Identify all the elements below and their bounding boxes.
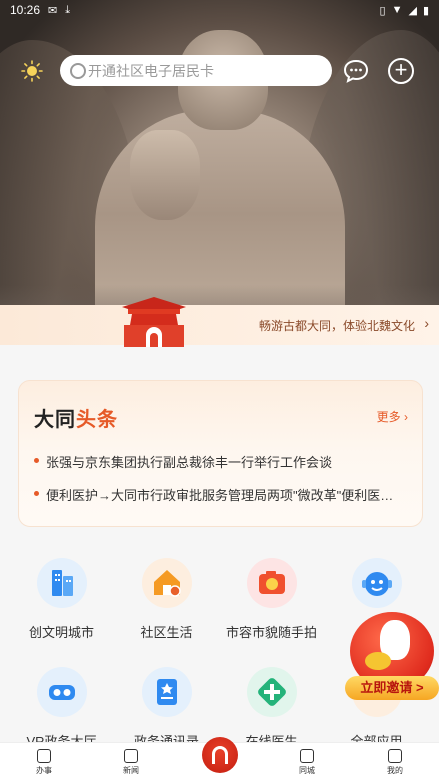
city-gate-logo: [122, 297, 186, 347]
vibrate-icon: ▯: [379, 4, 386, 17]
hero-banner-image[interactable]: [0, 0, 439, 345]
news-title: 大同头条: [34, 403, 118, 432]
city-icon: [300, 749, 314, 763]
arch-icon: [212, 746, 228, 764]
plus-icon: +: [394, 57, 408, 82]
app-online-doctor[interactable]: 在线医生: [219, 667, 324, 750]
vr-icon: [36, 667, 87, 717]
news-item[interactable]: 张强与京东集团执行副总裁徐丰一行举行工作会谈: [34, 452, 409, 471]
tab-label: 新闻: [123, 766, 139, 775]
tab-services[interactable]: 办事: [14, 749, 74, 776]
signal-icon: ◢: [408, 4, 417, 17]
checkbox-icon: [37, 749, 51, 763]
app-vr-hall[interactable]: VR政务大厅: [9, 667, 114, 750]
tab-mine[interactable]: 我的: [365, 749, 425, 776]
message-icon[interactable]: [343, 59, 369, 83]
medical-cross-icon: [246, 667, 297, 717]
contacts-icon: [141, 667, 192, 717]
house-icon: [141, 558, 192, 608]
app-city-snapshot[interactable]: 市容市貌随手拍: [219, 558, 324, 641]
headline-news-card: 大同头条 更多 › 张强与京东集团执行副总裁徐丰一行举行工作会谈 便利医护→大同…: [18, 380, 423, 527]
weather-sun-icon[interactable]: [21, 60, 43, 82]
tab-local[interactable]: 同城: [277, 749, 337, 776]
download-icon: ⤓: [65, 3, 71, 16]
culture-banner[interactable]: 畅游古都大同，体验北魏文化 ›: [0, 305, 439, 345]
invite-button-label: 立即邀请 >: [345, 676, 439, 700]
more-news-link[interactable]: 更多 ›: [377, 408, 408, 425]
tab-label: 我的: [387, 766, 403, 775]
buildings-icon: [36, 558, 87, 608]
robot-icon: [351, 558, 402, 608]
app-civilized-city[interactable]: 创文明城市: [9, 558, 114, 641]
app-label: 市容市貌随手拍: [225, 625, 317, 640]
chevron-right-icon: ›: [424, 315, 429, 331]
wifi-icon: ▼: [391, 4, 403, 16]
camera-icon: [246, 558, 297, 608]
coin-icon: [365, 652, 391, 670]
status-time: 10:26: [10, 3, 41, 17]
search-placeholder: 开通社区电子居民卡: [88, 62, 214, 79]
search-bar[interactable]: 开通社区电子居民卡: [60, 55, 332, 86]
chevron-right-icon: ›: [404, 410, 408, 424]
news-title-part-1: 大同: [34, 409, 76, 431]
search-icon: [70, 62, 86, 79]
app-label: 社区生活: [140, 625, 193, 640]
bottom-nav: 办事 新闻 同城 我的: [0, 737, 439, 782]
battery-icon: ▮: [422, 4, 429, 17]
culture-banner-text: 畅游古都大同，体验北魏文化: [258, 319, 415, 333]
news-icon: [124, 749, 138, 763]
top-bar: 开通社区电子居民卡 +: [0, 55, 439, 87]
app-directory[interactable]: 政务通讯录: [114, 667, 219, 750]
add-button[interactable]: +: [388, 58, 414, 84]
more-label: 更多: [376, 410, 401, 424]
buddha-statue-hand: [130, 130, 200, 220]
news-item[interactable]: 便利医护→大同市行政审批服务管理局两项"微改革"便利医…: [34, 485, 409, 504]
notification-icon: ✉: [48, 4, 58, 17]
tab-label: 办事: [36, 766, 52, 775]
news-title-part-2: 头条: [76, 409, 118, 431]
tab-label: 同城: [299, 766, 315, 775]
invite-float-button[interactable]: 立即邀请 >: [345, 612, 439, 704]
tab-home-logo[interactable]: [202, 737, 238, 773]
app-label: 创文明城市: [28, 625, 94, 640]
profile-icon: [388, 749, 402, 763]
app-community-life[interactable]: 社区生活: [114, 558, 219, 641]
tab-news[interactable]: 新闻: [101, 749, 161, 776]
status-bar: 10:26 ✉ ⤓ ▯ ▼ ◢ ▮: [0, 0, 439, 20]
